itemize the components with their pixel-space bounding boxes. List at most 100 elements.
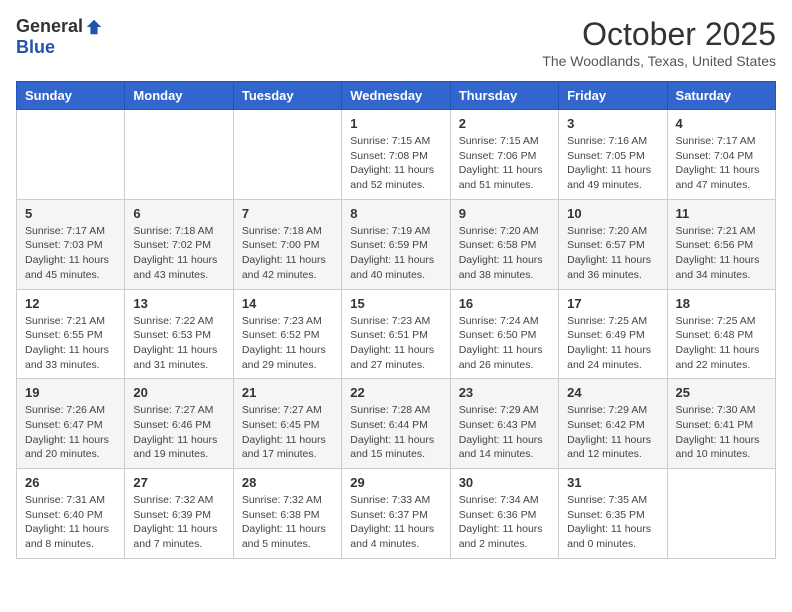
calendar-cell: 15 Sunrise: 7:23 AM Sunset: 6:51 PM Dayli… [342, 289, 450, 379]
calendar-cell: 22 Sunrise: 7:28 AM Sunset: 6:44 PM Dayli… [342, 379, 450, 469]
day-info: Sunrise: 7:18 AM Sunset: 7:00 PM Dayligh… [242, 224, 333, 283]
day-number: 31 [567, 475, 658, 490]
calendar-cell: 4 Sunrise: 7:17 AM Sunset: 7:04 PM Daylig… [667, 110, 775, 200]
day-info: Sunrise: 7:32 AM Sunset: 6:38 PM Dayligh… [242, 493, 333, 552]
calendar-cell: 3Sunrise: 7:16 AM Sunset: 7:05 PM Daylig… [559, 110, 667, 200]
calendar-cell: 30 Sunrise: 7:34 AM Sunset: 6:36 PM Dayli… [450, 469, 558, 559]
weekday-header: Monday [125, 82, 233, 110]
calendar-cell: 1Sunrise: 7:15 AM Sunset: 7:08 PM Daylig… [342, 110, 450, 200]
calendar-cell [667, 469, 775, 559]
logo: General Blue [16, 16, 103, 58]
day-number: 16 [459, 296, 550, 311]
month-title: October 2025 [542, 16, 776, 53]
day-number: 17 [567, 296, 658, 311]
day-number: 25 [676, 385, 767, 400]
day-info: Sunrise: 7:27 AM Sunset: 6:45 PM Dayligh… [242, 403, 333, 462]
weekday-header: Saturday [667, 82, 775, 110]
logo-blue-text: Blue [16, 37, 55, 57]
day-info: Sunrise: 7:19 AM Sunset: 6:59 PM Dayligh… [350, 224, 441, 283]
calendar-cell [125, 110, 233, 200]
day-info: Sunrise: 7:26 AM Sunset: 6:47 PM Dayligh… [25, 403, 116, 462]
location-subtitle: The Woodlands, Texas, United States [542, 53, 776, 69]
calendar-cell: 27 Sunrise: 7:32 AM Sunset: 6:39 PM Dayli… [125, 469, 233, 559]
weekday-header: Thursday [450, 82, 558, 110]
calendar-week-row: 12 Sunrise: 7:21 AM Sunset: 6:55 PM Dayli… [17, 289, 776, 379]
calendar-cell: 17Sunrise: 7:25 AM Sunset: 6:49 PM Dayli… [559, 289, 667, 379]
day-number: 29 [350, 475, 441, 490]
day-number: 2 [459, 116, 550, 131]
day-number: 20 [133, 385, 224, 400]
day-number: 6 [133, 206, 224, 221]
logo-general-text: General [16, 16, 83, 37]
day-number: 4 [676, 116, 767, 131]
day-info: Sunrise: 7:21 AM Sunset: 6:55 PM Dayligh… [25, 314, 116, 373]
day-info: Sunrise: 7:22 AM Sunset: 6:53 PM Dayligh… [133, 314, 224, 373]
day-info: Sunrise: 7:18 AM Sunset: 7:02 PM Dayligh… [133, 224, 224, 283]
day-info: Sunrise: 7:21 AM Sunset: 6:56 PM Dayligh… [676, 224, 767, 283]
day-info: Sunrise: 7:16 AM Sunset: 7:05 PM Dayligh… [567, 134, 658, 193]
day-info: Sunrise: 7:23 AM Sunset: 6:52 PM Dayligh… [242, 314, 333, 373]
day-number: 13 [133, 296, 224, 311]
day-number: 30 [459, 475, 550, 490]
day-info: Sunrise: 7:32 AM Sunset: 6:39 PM Dayligh… [133, 493, 224, 552]
day-info: Sunrise: 7:35 AM Sunset: 6:35 PM Dayligh… [567, 493, 658, 552]
page-header: General Blue October 2025 The Woodlands,… [16, 16, 776, 69]
calendar-cell: 11 Sunrise: 7:21 AM Sunset: 6:56 PM Dayli… [667, 199, 775, 289]
calendar-header-row: SundayMondayTuesdayWednesdayThursdayFrid… [17, 82, 776, 110]
calendar-cell: 20Sunrise: 7:27 AM Sunset: 6:46 PM Dayli… [125, 379, 233, 469]
calendar-cell: 13 Sunrise: 7:22 AM Sunset: 6:53 PM Dayli… [125, 289, 233, 379]
day-number: 8 [350, 206, 441, 221]
calendar-cell: 29Sunrise: 7:33 AM Sunset: 6:37 PM Dayli… [342, 469, 450, 559]
day-number: 7 [242, 206, 333, 221]
calendar-cell: 8 Sunrise: 7:19 AM Sunset: 6:59 PM Daylig… [342, 199, 450, 289]
day-number: 12 [25, 296, 116, 311]
weekday-header: Friday [559, 82, 667, 110]
weekday-header: Sunday [17, 82, 125, 110]
calendar-cell: 25 Sunrise: 7:30 AM Sunset: 6:41 PM Dayli… [667, 379, 775, 469]
day-number: 1 [350, 116, 441, 131]
calendar-week-row: 5Sunrise: 7:17 AM Sunset: 7:03 PM Daylig… [17, 199, 776, 289]
day-number: 19 [25, 385, 116, 400]
calendar-cell: 26Sunrise: 7:31 AM Sunset: 6:40 PM Dayli… [17, 469, 125, 559]
calendar-week-row: 1Sunrise: 7:15 AM Sunset: 7:08 PM Daylig… [17, 110, 776, 200]
day-info: Sunrise: 7:15 AM Sunset: 7:06 PM Dayligh… [459, 134, 550, 193]
day-number: 15 [350, 296, 441, 311]
day-info: Sunrise: 7:17 AM Sunset: 7:03 PM Dayligh… [25, 224, 116, 283]
calendar-cell: 19 Sunrise: 7:26 AM Sunset: 6:47 PM Dayli… [17, 379, 125, 469]
calendar-cell: 23Sunrise: 7:29 AM Sunset: 6:43 PM Dayli… [450, 379, 558, 469]
calendar-week-row: 26Sunrise: 7:31 AM Sunset: 6:40 PM Dayli… [17, 469, 776, 559]
calendar-cell: 6 Sunrise: 7:18 AM Sunset: 7:02 PM Daylig… [125, 199, 233, 289]
calendar-cell: 21Sunrise: 7:27 AM Sunset: 6:45 PM Dayli… [233, 379, 341, 469]
calendar-cell [17, 110, 125, 200]
day-info: Sunrise: 7:28 AM Sunset: 6:44 PM Dayligh… [350, 403, 441, 462]
day-number: 27 [133, 475, 224, 490]
day-info: Sunrise: 7:34 AM Sunset: 6:36 PM Dayligh… [459, 493, 550, 552]
day-info: Sunrise: 7:17 AM Sunset: 7:04 PM Dayligh… [676, 134, 767, 193]
day-number: 22 [350, 385, 441, 400]
logo-icon [85, 18, 103, 36]
calendar-cell: 7 Sunrise: 7:18 AM Sunset: 7:00 PM Daylig… [233, 199, 341, 289]
day-info: Sunrise: 7:31 AM Sunset: 6:40 PM Dayligh… [25, 493, 116, 552]
day-number: 11 [676, 206, 767, 221]
calendar-cell: 16 Sunrise: 7:24 AM Sunset: 6:50 PM Dayli… [450, 289, 558, 379]
calendar-cell: 18Sunrise: 7:25 AM Sunset: 6:48 PM Dayli… [667, 289, 775, 379]
calendar-cell: 28 Sunrise: 7:32 AM Sunset: 6:38 PM Dayli… [233, 469, 341, 559]
day-number: 9 [459, 206, 550, 221]
weekday-header: Wednesday [342, 82, 450, 110]
calendar-week-row: 19 Sunrise: 7:26 AM Sunset: 6:47 PM Dayli… [17, 379, 776, 469]
weekday-header: Tuesday [233, 82, 341, 110]
day-number: 28 [242, 475, 333, 490]
day-info: Sunrise: 7:25 AM Sunset: 6:48 PM Dayligh… [676, 314, 767, 373]
day-number: 10 [567, 206, 658, 221]
calendar-cell [233, 110, 341, 200]
day-info: Sunrise: 7:29 AM Sunset: 6:43 PM Dayligh… [459, 403, 550, 462]
day-info: Sunrise: 7:30 AM Sunset: 6:41 PM Dayligh… [676, 403, 767, 462]
calendar-table: SundayMondayTuesdayWednesdayThursdayFrid… [16, 81, 776, 559]
day-info: Sunrise: 7:23 AM Sunset: 6:51 PM Dayligh… [350, 314, 441, 373]
calendar-cell: 14 Sunrise: 7:23 AM Sunset: 6:52 PM Dayli… [233, 289, 341, 379]
day-info: Sunrise: 7:24 AM Sunset: 6:50 PM Dayligh… [459, 314, 550, 373]
day-number: 24 [567, 385, 658, 400]
day-info: Sunrise: 7:29 AM Sunset: 6:42 PM Dayligh… [567, 403, 658, 462]
calendar-cell: 10Sunrise: 7:20 AM Sunset: 6:57 PM Dayli… [559, 199, 667, 289]
day-number: 14 [242, 296, 333, 311]
